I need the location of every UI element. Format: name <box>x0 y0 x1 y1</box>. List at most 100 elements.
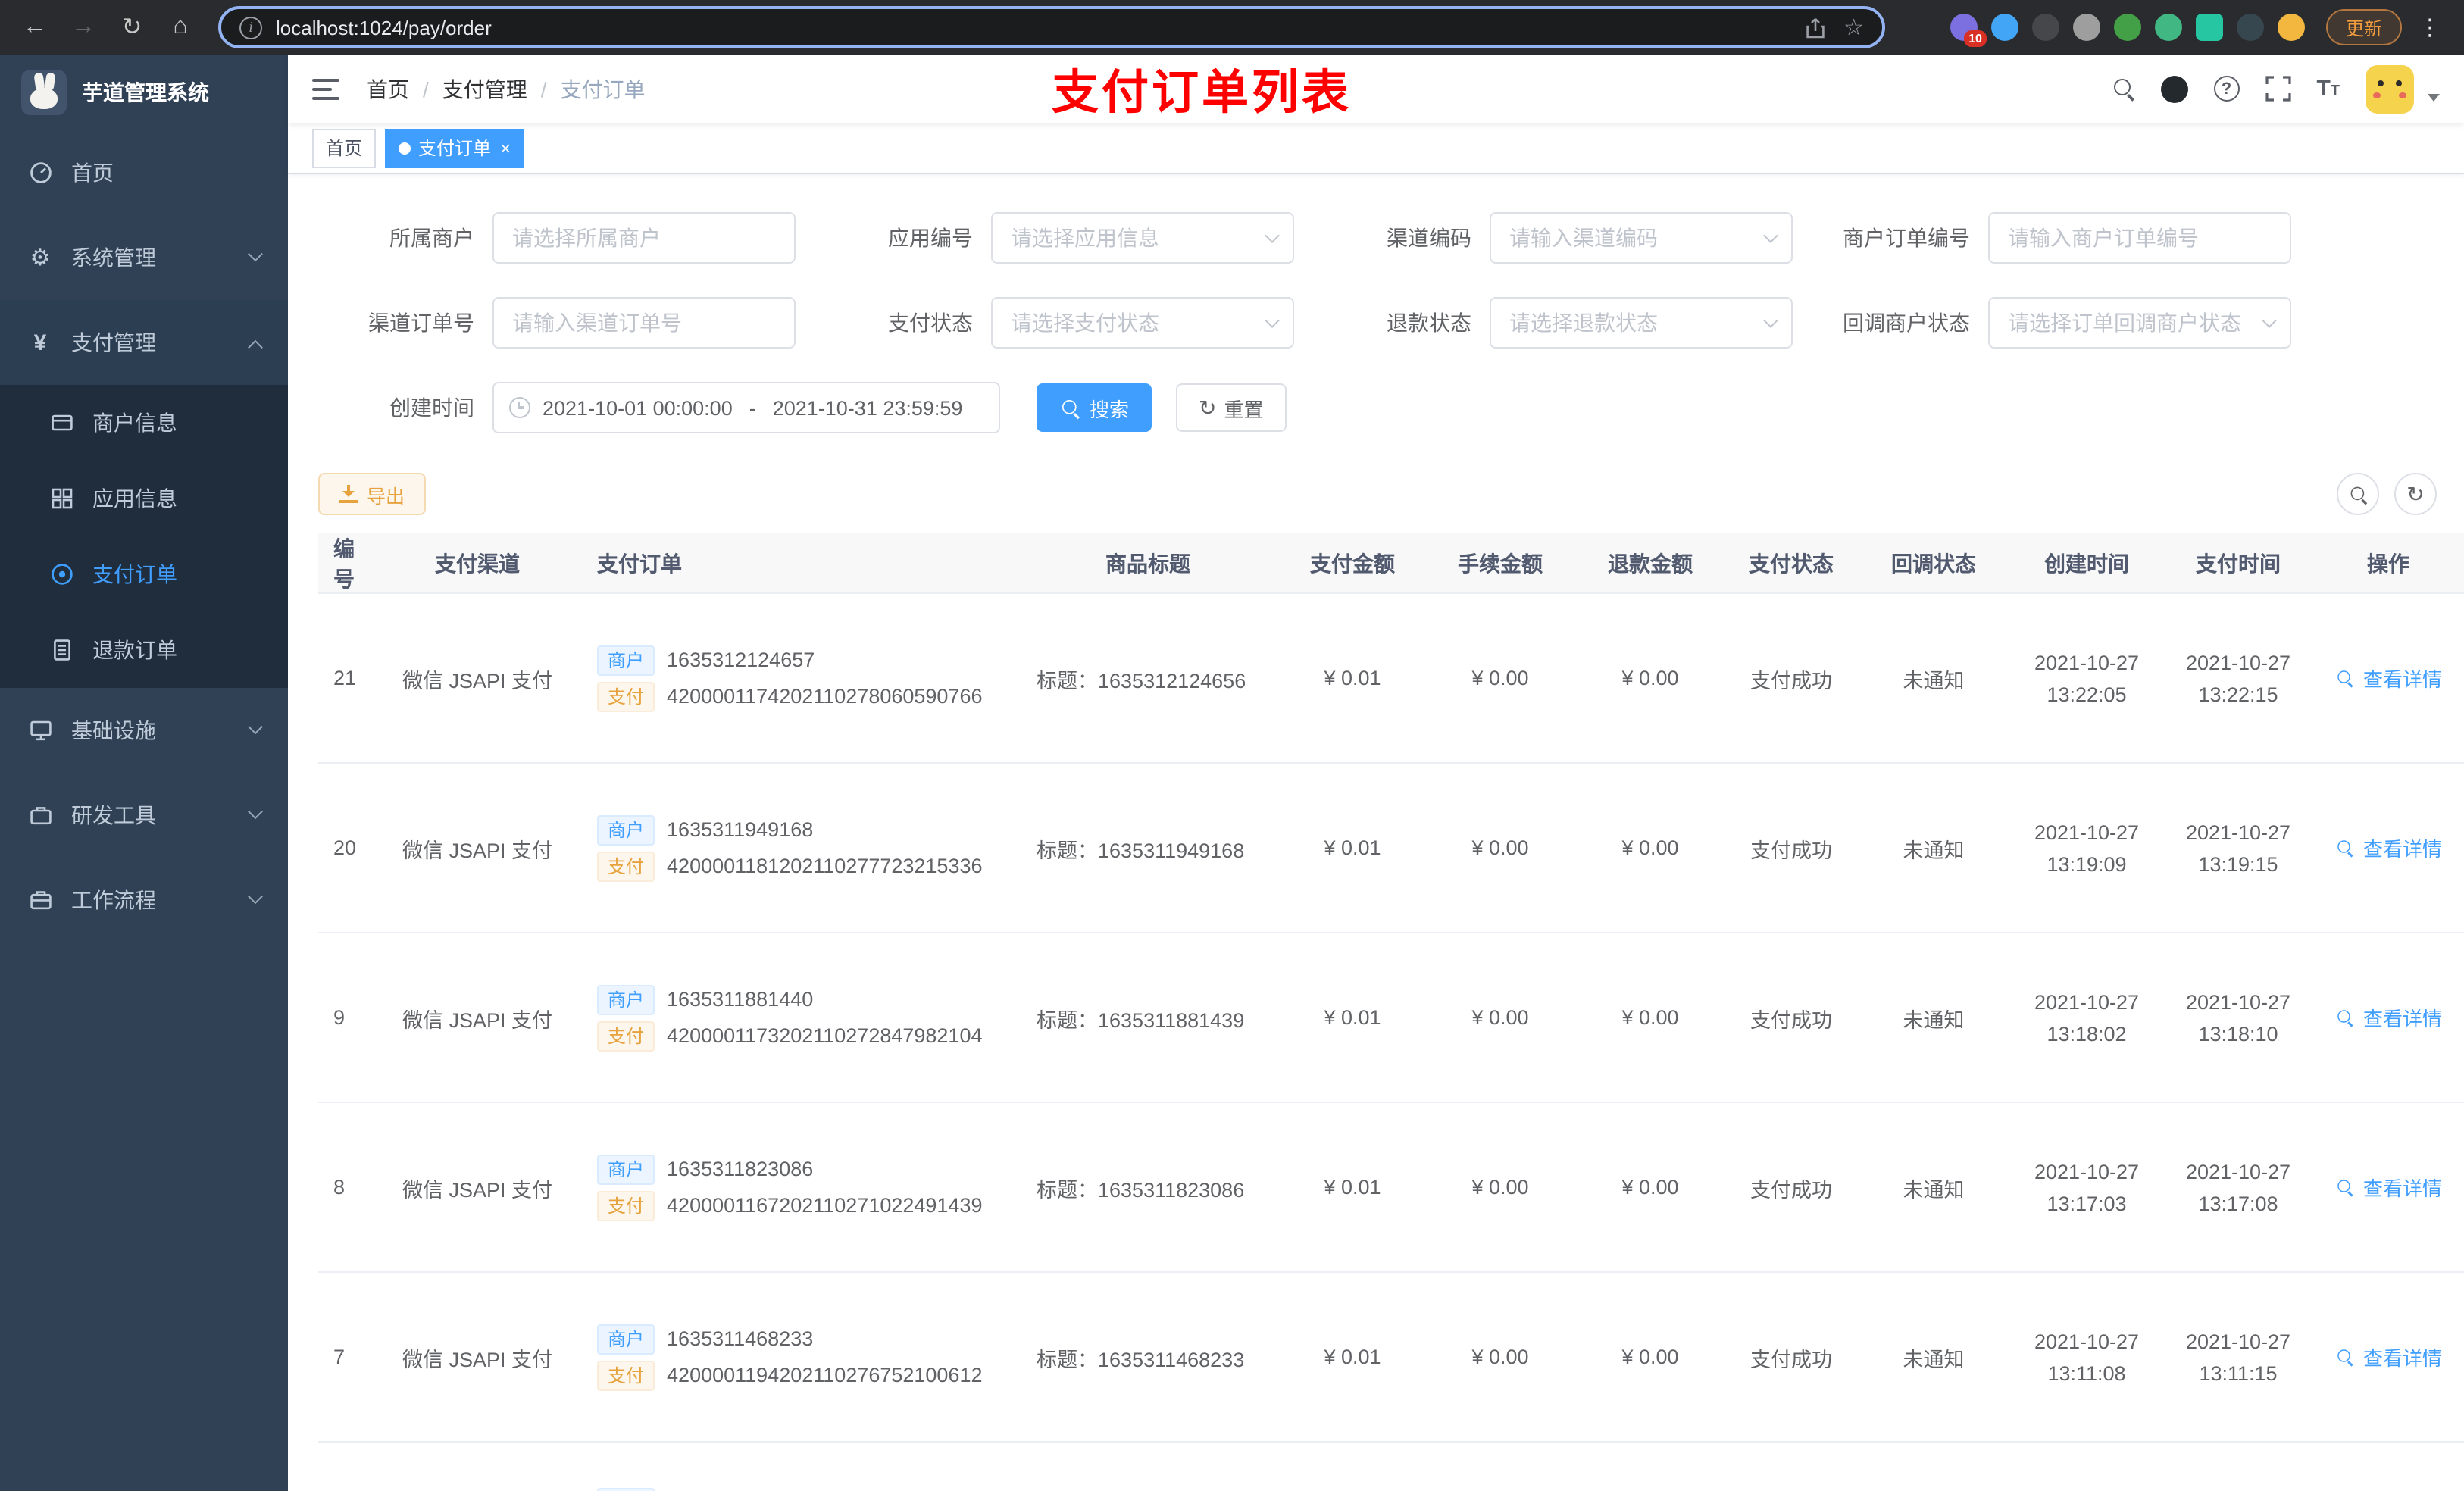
browser-forward-icon[interactable]: → <box>64 8 103 47</box>
browser-refresh-icon[interactable]: ↻ <box>112 8 152 47</box>
browser-update-button[interactable]: 更新 <box>2325 9 2402 45</box>
pay-badge: 支付 <box>597 1021 655 1051</box>
view-detail-link[interactable]: 查看详情 <box>2334 1172 2442 1201</box>
font-size-icon[interactable]: TT <box>2316 77 2340 100</box>
sidebar-item-refund-order[interactable]: 退款订单 <box>0 612 288 688</box>
cell-notify: 未通知 <box>1903 669 1965 692</box>
search-icon <box>2337 839 2355 856</box>
cell-amount: ¥ 0.01 <box>1324 1176 1381 1199</box>
export-button[interactable]: 导出 <box>318 473 427 515</box>
bookmark-star-icon[interactable]: ☆ <box>1843 14 1864 41</box>
cell-create-time: 2021-10-27 13:11:08 <box>2034 1330 2140 1384</box>
app-id-select[interactable] <box>991 212 1294 264</box>
help-icon[interactable]: ? <box>2213 76 2240 102</box>
filter-notify-status: 回调商户状态 <box>1814 297 2291 349</box>
extension-icon-2[interactable] <box>1990 14 2018 41</box>
cell-channel: 微信 JSAPI 支付 <box>402 839 552 861</box>
refresh-table-button[interactable]: ↻ <box>2394 473 2437 515</box>
share-icon[interactable] <box>1804 16 1825 39</box>
sidebar-item-app-info[interactable]: 应用信息 <box>0 461 288 536</box>
view-detail-link[interactable]: 查看详情 <box>2334 1002 2442 1031</box>
cell-fee: ¥ 0.00 <box>1471 836 1529 859</box>
tag-home[interactable]: 首页 <box>312 128 377 167</box>
document-icon <box>48 637 74 663</box>
view-detail-link[interactable]: 查看详情 <box>2334 663 2442 692</box>
extension-icon-3[interactable] <box>2031 14 2059 41</box>
table-row[interactable]: 8 微信 JSAPI 支付 商户 1635311823086 支付 42000011… <box>318 1103 2464 1273</box>
hamburger-icon[interactable] <box>312 78 339 99</box>
channel-order-no-input[interactable] <box>492 297 796 349</box>
view-detail-link[interactable]: 查看详情 <box>2334 833 2442 861</box>
breadcrumb-separator: / <box>540 77 547 101</box>
tag-close-icon[interactable]: × <box>500 139 511 157</box>
cell-amount: ¥ 0.01 <box>1324 1006 1381 1029</box>
col-channel: 支付渠道 <box>435 551 520 575</box>
sidebar-item-merchant-info[interactable]: 商户信息 <box>0 385 288 461</box>
chevron-down-icon <box>248 718 263 734</box>
refund-status-select[interactable] <box>1490 297 1793 349</box>
sidebar-item-system[interactable]: ⚙ 系统管理 <box>0 215 288 300</box>
sidebar-item-workflow[interactable]: 工作流程 <box>0 858 288 942</box>
cell-amount: ¥ 0.01 <box>1324 667 1381 689</box>
fullscreen-icon[interactable] <box>2265 76 2291 102</box>
user-avatar[interactable] <box>2366 64 2414 113</box>
breadcrumb-home[interactable]: 首页 <box>367 73 409 104</box>
breadcrumb-separator: / <box>423 77 429 101</box>
cell-title: 标题：1635311949168 <box>1037 839 1245 861</box>
extension-icon-7[interactable] <box>2195 14 2223 41</box>
tag-pay-order[interactable]: 支付订单 × <box>385 128 525 167</box>
sidebar-item-payment[interactable]: ¥ 支付管理 <box>0 300 288 385</box>
cell-fee: ¥ 0.00 <box>1471 1176 1529 1199</box>
cell-status: 支付成功 <box>1750 1008 1832 1031</box>
github-icon[interactable] <box>2160 75 2188 102</box>
address-bar[interactable]: i localhost:1024/pay/order ☆ <box>218 6 1885 48</box>
sidebar-item-infrastructure[interactable]: 基础设施 <box>0 688 288 773</box>
table-row[interactable]: 9 微信 JSAPI 支付 商户 1635311881440 支付 42000011… <box>318 933 2464 1103</box>
browser-home-icon[interactable]: ⌂ <box>161 8 200 47</box>
extension-icon-4[interactable] <box>2072 14 2100 41</box>
filter-label: 退款状态 <box>1387 311 1471 335</box>
toggle-search-button[interactable] <box>2337 473 2379 515</box>
gear-icon: ⚙ <box>30 245 51 271</box>
cell-order: 商户 1635311468233 支付 4200001194202110276752… <box>576 1318 1015 1396</box>
app-logo[interactable]: 芋道管理系统 <box>0 55 288 130</box>
cell-status: 支付成功 <box>1750 1178 1832 1201</box>
payment-submenu: 商户信息 应用信息 支付订单 退款订单 <box>0 385 288 688</box>
chevron-down-icon <box>248 888 263 904</box>
avatar-caret-icon[interactable] <box>2428 94 2440 102</box>
sidebar-item-dev-tools[interactable]: 研发工具 <box>0 773 288 858</box>
extension-icon-6[interactable] <box>2154 14 2182 41</box>
filter-merchant-order-no: 商户订单编号 <box>1814 212 2291 264</box>
merchant-order-no-input[interactable] <box>1988 212 2291 264</box>
col-status: 支付状态 <box>1749 551 1834 575</box>
browser-back-icon[interactable]: ← <box>15 8 55 47</box>
search-button[interactable]: 搜索 <box>1037 383 1152 432</box>
view-detail-link[interactable]: 查看详情 <box>2334 1342 2442 1371</box>
table-row[interactable]: 7 微信 JSAPI 支付 商户 1635311468233 支付 42000011… <box>318 1273 2464 1443</box>
notify-status-select[interactable] <box>1988 297 2291 349</box>
cell-refund: ¥ 0.00 <box>1621 1176 1679 1199</box>
extension-icon-8[interactable] <box>2236 14 2264 41</box>
create-time-range-picker[interactable]: 2021-10-01 00:00:00 - 2021-10-31 23:59:5… <box>492 382 1000 433</box>
extension-icon-1[interactable]: 10 <box>1950 14 1987 47</box>
site-info-icon[interactable]: i <box>239 16 262 39</box>
browser-menu-icon[interactable]: ⋮ <box>2411 14 2449 41</box>
sidebar-item-home[interactable]: 首页 <box>0 130 288 215</box>
reset-button[interactable]: ↻ 重置 <box>1176 383 1287 432</box>
pay-status-select[interactable] <box>991 297 1294 349</box>
merchant-input[interactable] <box>492 212 796 264</box>
channel-code-select[interactable] <box>1490 212 1793 264</box>
table-row[interactable]: 20 微信 JSAPI 支付 商户 1635311949168 支付 4200001… <box>318 764 2464 933</box>
filter-channel-order-no: 渠道订单号 <box>318 297 796 349</box>
sidebar-item-pay-order[interactable]: 支付订单 <box>0 536 288 612</box>
table-row[interactable]: 商户1635311517236 <box>318 1443 2464 1491</box>
breadcrumb-payment[interactable]: 支付管理 <box>442 73 527 104</box>
extension-icon-9[interactable] <box>2277 14 2305 41</box>
cell-create-time: 2021-10-27 13:22:05 <box>2034 651 2140 705</box>
table-row[interactable]: 21 微信 JSAPI 支付 商户 1635312124657 支付 4200001… <box>318 594 2464 764</box>
sidebar-item-label: 系统管理 <box>71 245 156 270</box>
cell-order: 商户 1635311823086 支付 4200001167202110271022… <box>576 1148 1015 1227</box>
header-search-icon[interactable] <box>2112 77 2134 100</box>
filter-merchant: 所属商户 <box>318 212 796 264</box>
extension-icon-5[interactable] <box>2113 14 2141 41</box>
